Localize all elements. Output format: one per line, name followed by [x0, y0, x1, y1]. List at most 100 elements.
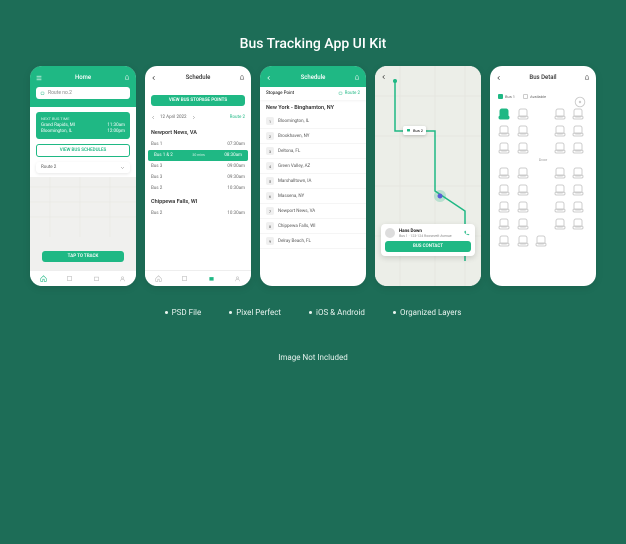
chevron-left-icon[interactable]	[151, 115, 156, 120]
feature-item: Pixel Perfect	[229, 308, 281, 317]
stoppage-bar: Stopage Point Route 2	[260, 87, 366, 100]
seat[interactable]	[572, 216, 584, 230]
seat[interactable]	[535, 233, 547, 247]
bell-icon[interactable]	[354, 75, 360, 81]
seat[interactable]	[517, 182, 529, 196]
bell-icon[interactable]	[584, 75, 590, 81]
back-icon[interactable]	[151, 75, 157, 81]
stop-row[interactable]: 5Marshalltown, IA	[260, 174, 366, 189]
route-selector[interactable]: Route 2	[338, 91, 360, 96]
bus-contact-button[interactable]: BUS CONTACT	[385, 241, 471, 252]
menu-icon[interactable]	[36, 75, 42, 81]
schedule-row[interactable]: Bus 107:30am	[145, 139, 251, 150]
seat[interactable]	[498, 106, 510, 120]
user-icon[interactable]	[119, 275, 126, 282]
tracking-map[interactable]: Bus 2 Hans Down Bus 1 · 123-124 Roosevel…	[375, 66, 481, 286]
card-label: NEXT BUS TIME	[41, 116, 125, 121]
schedule-row[interactable]: Bus 309:00am	[145, 161, 251, 172]
stop-row[interactable]: 8Chippewa Falls, WI	[260, 219, 366, 234]
map-icon[interactable]	[66, 275, 73, 282]
stop-row[interactable]: 4Green Valley, AZ	[260, 159, 366, 174]
next-bus-card: NEXT BUS TIME Grand Rapids, MI11:30am Bl…	[36, 112, 130, 139]
seat[interactable]	[554, 165, 566, 179]
schedule-row[interactable]: Bus 210:30am	[145, 183, 251, 194]
seat[interactable]	[517, 199, 529, 213]
calendar-icon[interactable]	[93, 275, 100, 282]
seat[interactable]	[572, 165, 584, 179]
seat[interactable]	[572, 106, 584, 120]
seat[interactable]	[554, 216, 566, 230]
search-input[interactable]: Route no.2	[36, 87, 130, 99]
schedule-row[interactable]: Bus 1 & 230 mins08:30am	[148, 150, 248, 161]
date-label: 12 April 2022	[160, 115, 187, 120]
seat[interactable]	[517, 140, 529, 154]
schedule-row[interactable]: Bus 309:30am	[145, 172, 251, 183]
schedule-row[interactable]: Bus 210:30am	[145, 208, 251, 219]
header-title: Home	[46, 74, 120, 81]
stop-row[interactable]: 3Deltona, FL	[260, 144, 366, 159]
back-icon[interactable]	[496, 75, 502, 81]
seat[interactable]	[498, 233, 510, 247]
back-icon[interactable]	[266, 75, 272, 81]
stop-row[interactable]: 6Massena, NY	[260, 189, 366, 204]
tap-to-track-button[interactable]: TAP TO TRACK	[42, 251, 124, 262]
user-icon[interactable]	[234, 275, 241, 282]
seat[interactable]	[572, 199, 584, 213]
seat[interactable]	[517, 123, 529, 137]
home-icon[interactable]	[40, 275, 47, 282]
chevron-right-icon[interactable]	[191, 115, 196, 120]
seat[interactable]	[517, 216, 529, 230]
group-title: Newport News, VA	[145, 125, 251, 139]
back-icon[interactable]	[381, 74, 387, 80]
map-icon[interactable]	[181, 275, 188, 282]
stop-name: Bloomington, IL	[41, 129, 72, 134]
home-icon[interactable]	[155, 275, 162, 282]
bus-marker[interactable]: Bus 2	[403, 126, 426, 135]
seat[interactable]	[572, 140, 584, 154]
calendar-icon[interactable]	[208, 275, 215, 282]
seat[interactable]	[498, 140, 510, 154]
header-title: Bus Detail	[506, 74, 580, 81]
phone-icon[interactable]	[463, 229, 471, 237]
seat[interactable]	[498, 165, 510, 179]
avatar	[385, 228, 395, 238]
stop-row[interactable]: 7Newport News, VA	[260, 204, 366, 219]
view-schedules-button[interactable]: VIEW BUS SCHEDULES	[36, 144, 130, 157]
search-text: Route no.2	[48, 90, 72, 96]
door-label: Door	[498, 157, 588, 162]
seat[interactable]	[517, 165, 529, 179]
view-stopage-button[interactable]: VIEW BUS STOPAGE POINTS	[151, 95, 245, 106]
seat[interactable]	[517, 233, 529, 247]
bottom-nav	[30, 270, 136, 286]
page-title: Bus Tracking App UI Kit	[240, 36, 387, 52]
driver-sub: Bus 1 · 123-124 Roosevelt Avenue	[399, 234, 459, 238]
seat[interactable]	[572, 123, 584, 137]
dropdown-label: Route 2	[41, 165, 56, 170]
seat[interactable]	[572, 182, 584, 196]
seat[interactable]	[498, 216, 510, 230]
route-dropdown[interactable]: Route 2	[36, 162, 130, 173]
seat[interactable]	[498, 182, 510, 196]
bus-icon	[338, 91, 343, 96]
stop-row[interactable]: 9Delray Beach, FL	[260, 234, 366, 249]
bell-icon[interactable]	[124, 75, 130, 81]
stop-row[interactable]: 2Brookhaven, NY	[260, 129, 366, 144]
bell-icon[interactable]	[239, 75, 245, 81]
screen-schedule: Schedule VIEW BUS STOPAGE POINTS 12 Apri…	[145, 66, 251, 286]
seat[interactable]	[554, 140, 566, 154]
contact-card: Hans Down Bus 1 · 123-124 Roosevelt Aven…	[381, 224, 475, 256]
route-title: New York - Binghamton, NY	[260, 100, 366, 114]
screen-seats: Bus Detail Bus 1 Available Door	[490, 66, 596, 286]
seat[interactable]	[498, 123, 510, 137]
seat[interactable]	[554, 199, 566, 213]
stop-name: Grand Rapids, MI	[41, 123, 75, 128]
feature-item: PSD File	[165, 308, 202, 317]
stop-row[interactable]: 1Bloomington, IL	[260, 114, 366, 129]
seat[interactable]	[554, 123, 566, 137]
seat[interactable]	[498, 199, 510, 213]
legend-available: Available	[530, 94, 546, 99]
header: Home	[36, 74, 130, 81]
seat[interactable]	[554, 106, 566, 120]
seat[interactable]	[554, 182, 566, 196]
seat[interactable]	[517, 106, 529, 120]
